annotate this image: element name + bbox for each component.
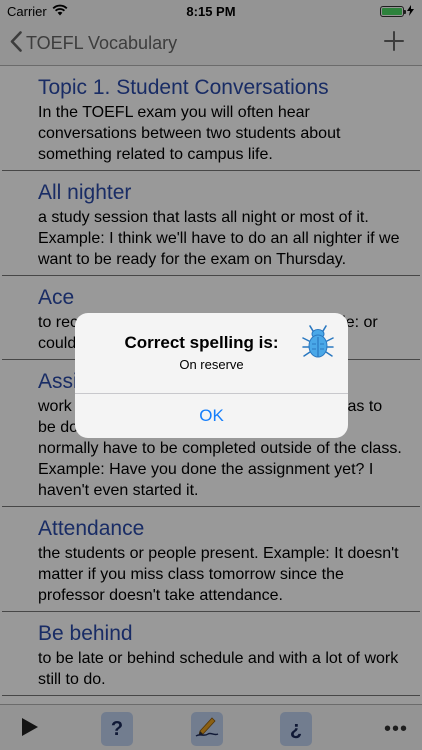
alert-message: On reserve xyxy=(179,357,244,372)
spelling-alert: Correct spelling is: On reserve OK xyxy=(75,313,348,438)
alert-body: Correct spelling is: On reserve xyxy=(75,313,348,393)
ok-button[interactable]: OK xyxy=(75,394,348,438)
alert-title-text: Correct spelling is: xyxy=(124,333,279,352)
